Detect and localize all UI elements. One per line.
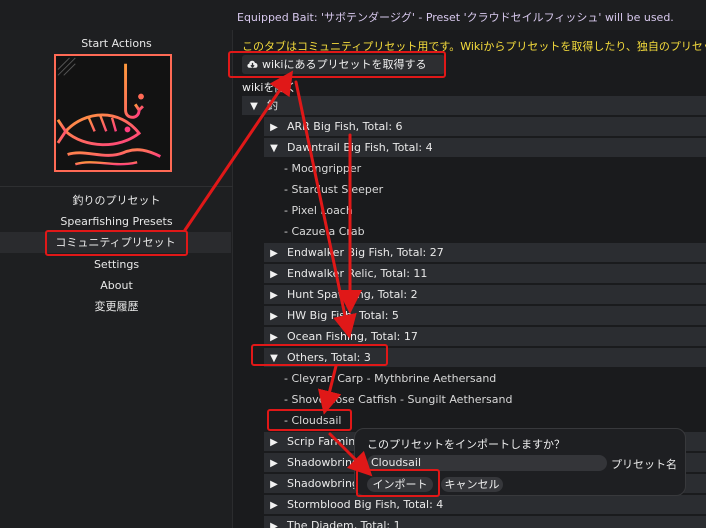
tree-group-label: HW Big Fish, Total: 5: [287, 309, 399, 322]
collapsed-triangle-icon: ▶: [270, 500, 278, 511]
collapsed-triangle-icon: ▶: [270, 458, 278, 469]
collapsed-triangle-icon: ▶: [270, 437, 278, 448]
tree-group-label: Dawntrail Big Fish, Total: 4: [287, 141, 433, 154]
expanded-triangle-icon: ▼: [270, 143, 278, 154]
tree-group-label: Scrip Farming: [287, 435, 363, 448]
collapsed-triangle-icon: ▶: [270, 290, 278, 301]
equipped-bait-status: Equipped Bait: 'サボテンダージグ' - Preset 'クラウド…: [237, 11, 674, 24]
expanded-triangle-icon: ▼: [250, 101, 258, 112]
preset-name-label: プリセット名: [611, 458, 677, 471]
fetch-wiki-presets-button[interactable]: wikiにあるプリセットを取得する: [242, 55, 445, 74]
tree-group-label: Endwalker Big Fish, Total: 27: [287, 246, 444, 259]
tree-group-hunt-spawning[interactable]: ▶ Hunt Spawning, Total: 2: [264, 285, 706, 304]
tree-group-label: Ocean Fishing, Total: 17: [287, 330, 418, 343]
tree-leaf-cloudsail[interactable]: - Cloudsail: [284, 411, 341, 430]
cloud-download-icon: [247, 60, 258, 68]
tree-group-label: ARR Big Fish, Total: 6: [287, 120, 403, 133]
collapsed-triangle-icon: ▶: [270, 122, 278, 133]
preset-name-input[interactable]: Cloudsail: [367, 455, 607, 471]
tree-group-others[interactable]: ▼ Others, Total: 3: [264, 348, 706, 367]
tree-group-hw-big-fish[interactable]: ▶ HW Big Fish, Total: 5: [264, 306, 706, 325]
tree-group-arr-big-fish[interactable]: ▶ ARR Big Fish, Total: 6: [264, 117, 706, 136]
collapsed-triangle-icon: ▶: [270, 311, 278, 322]
nav-about[interactable]: About: [0, 275, 233, 296]
tree-group-ocean-fishing[interactable]: ▶ Ocean Fishing, Total: 17: [264, 327, 706, 346]
nav-spearfishing-presets[interactable]: Spearfishing Presets: [0, 211, 233, 232]
tree-leaf-stardust-sleeper[interactable]: - Stardust Sleeper: [284, 180, 383, 199]
tree-group-the-diadem[interactable]: ▶ The Diadem, Total: 1: [264, 516, 706, 528]
open-wiki-link[interactable]: wikiを開く: [242, 79, 296, 95]
sidebar: Start Actions 釣りのプリセット Spearfishing Pres…: [0, 30, 233, 528]
fish-logo-icon: [54, 54, 172, 172]
nav-fishing-presets[interactable]: 釣りのプリセット: [0, 190, 233, 211]
import-popup-title: このプリセットをインポートしますか？: [367, 438, 565, 451]
import-button[interactable]: インポート: [367, 477, 433, 492]
cancel-button[interactable]: キャンセル: [441, 477, 503, 492]
tree-group-label: Endwalker Relic, Total: 11: [287, 267, 428, 280]
tree-leaf-moongripper[interactable]: - Moongripper: [284, 159, 361, 178]
tree-group-label: Hunt Spawning, Total: 2: [287, 288, 418, 301]
tree-group-stormblood-big-fish[interactable]: ▶ Stormblood Big Fish, Total: 4: [264, 495, 706, 514]
tree-group-label: The Diadem, Total: 1: [287, 519, 401, 528]
tree-group-endwalker-big-fish[interactable]: ▶ Endwalker Big Fish, Total: 27: [264, 243, 706, 262]
collapsed-triangle-icon: ▶: [270, 521, 278, 528]
tree-leaf-cazuela-crab[interactable]: - Cazuela Crab: [284, 222, 365, 241]
top-bar: Equipped Bait: 'サボテンダージグ' - Preset 'クラウド…: [0, 0, 706, 30]
collapsed-triangle-icon: ▶: [270, 479, 278, 490]
tree-leaf-cleyran-carp[interactable]: - Cleyran Carp - Mythbrine Aethersand: [284, 369, 496, 388]
tree-group-endwalker-relic[interactable]: ▶ Endwalker Relic, Total: 11: [264, 264, 706, 283]
tree-root-node[interactable]: ▼ 釣: [242, 96, 706, 115]
start-actions-title: Start Actions: [81, 37, 152, 50]
sidebar-divider: [0, 186, 233, 187]
tree-leaf-pixel-loach[interactable]: - Pixel Loach: [284, 201, 353, 220]
fetch-wiki-presets-label: wikiにあるプリセットを取得する: [262, 58, 427, 71]
tree-group-label: Others, Total: 3: [287, 351, 371, 364]
nav-community-presets[interactable]: コミュニティプリセット: [0, 232, 231, 253]
nav-settings[interactable]: Settings: [0, 254, 233, 275]
tree-leaf-shovelnose-catfish[interactable]: - Shovelnose Catfish - Sungilt Aethersan…: [284, 390, 512, 409]
nav-changelog[interactable]: 変更履歴: [0, 296, 233, 317]
tree-group-dawntrail-big-fish[interactable]: ▼ Dawntrail Big Fish, Total: 4: [264, 138, 706, 157]
tree-group-label: Stormblood Big Fish, Total: 4: [287, 498, 444, 511]
community-notice-text: このタブはコミュニティプリセット用です。Wikiからプリセットを取得したり、独自…: [242, 40, 706, 53]
collapsed-triangle-icon: ▶: [270, 248, 278, 259]
collapsed-triangle-icon: ▶: [270, 269, 278, 280]
tree-root-label: 釣: [267, 99, 278, 112]
import-preset-popup: このプリセットをインポートしますか？ Cloudsail プリセット名 インポー…: [354, 428, 686, 496]
expanded-triangle-icon: ▼: [270, 353, 278, 364]
collapsed-triangle-icon: ▶: [270, 332, 278, 343]
